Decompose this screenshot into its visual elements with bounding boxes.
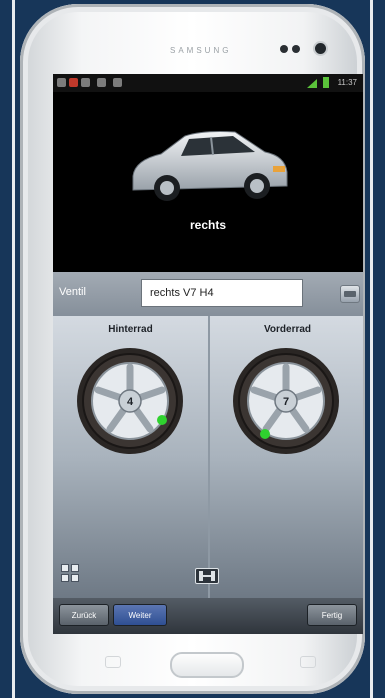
next-button[interactable]: Weiter (113, 604, 167, 626)
car-icon (132, 131, 288, 201)
menu-key[interactable] (105, 656, 121, 668)
wheel-panel: Hinterrad Vorderrad 4 7 (53, 316, 363, 598)
bottom-bar: Zurück Weiter Fertig (53, 598, 363, 634)
home-button[interactable] (170, 652, 244, 678)
backdrop-stripe-right (370, 0, 373, 698)
panel-divider (208, 316, 210, 598)
battery-icon (323, 77, 329, 88)
backdrop-stripe-left (12, 0, 15, 698)
rear-wheel-title: Hinterrad (108, 324, 153, 335)
notification-icon (113, 78, 122, 87)
grid-cell (71, 564, 79, 572)
axle-swap-button[interactable] (195, 568, 219, 584)
back-key[interactable] (300, 656, 316, 668)
valve-marker (157, 415, 167, 425)
back-button[interactable]: Zurück (59, 604, 109, 626)
valve-row: Ventil (53, 272, 363, 316)
valve-marker (260, 429, 270, 439)
app-screen: 11:37 rechts Ventil rechts V7 H4 Hinterr… (53, 74, 363, 634)
notification-icon (81, 78, 90, 87)
alert-icon (69, 78, 78, 87)
rear-wheel[interactable]: 4 (75, 346, 185, 456)
car-side-label: rechts (189, 218, 227, 232)
front-wheel-title: Vorderrad (263, 324, 312, 335)
status-time: 11:37 (337, 78, 357, 87)
keyboard-icon (344, 291, 356, 297)
sensor-icon (292, 45, 300, 53)
axle-icon (203, 575, 211, 577)
grid-cell (61, 564, 69, 572)
status-bar: 11:37 (53, 74, 363, 92)
done-button[interactable]: Fertig (307, 604, 357, 626)
signal-icon (307, 79, 317, 88)
keyboard-button[interactable] (340, 285, 360, 303)
valve-input[interactable] (141, 279, 303, 307)
car-view: rechts (53, 92, 363, 272)
brand-logo: SAMSUNG (170, 46, 232, 55)
notification-icon (57, 78, 66, 87)
front-wheel-number: 7 (283, 396, 289, 408)
notification-icon (97, 78, 106, 87)
front-camera-icon (315, 43, 326, 54)
grid-view-button[interactable] (61, 564, 79, 582)
phone-body: SAMSUNG 11:37 rechts Ventil rechts V7 H4… (20, 4, 365, 694)
rear-wheel-number: 4 (127, 396, 134, 408)
front-wheel[interactable]: 7 (231, 346, 341, 456)
sensor-icon (280, 45, 288, 53)
grid-cell (71, 574, 79, 582)
grid-cell (61, 574, 69, 582)
valve-label: Ventil (59, 286, 86, 298)
